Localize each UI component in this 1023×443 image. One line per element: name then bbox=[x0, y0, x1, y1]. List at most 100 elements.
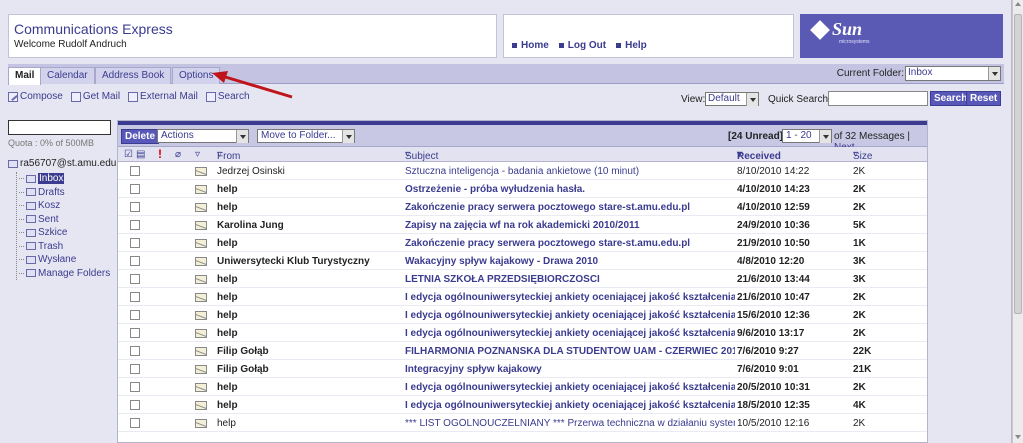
folder-sent[interactable]: Sent bbox=[17, 213, 110, 227]
account-node[interactable]: ra56707@st.amu.edu bbox=[8, 158, 116, 169]
message-from[interactable]: Jedrzej Osinski bbox=[217, 166, 399, 177]
message-from[interactable]: help bbox=[217, 238, 399, 249]
actions-select[interactable]: Actions bbox=[157, 129, 249, 143]
external-mail-button[interactable]: External Mail bbox=[128, 91, 198, 102]
folder-wyslane[interactable]: Wysłane bbox=[17, 253, 110, 267]
message-subject[interactable]: Zakończenie pracy serwera pocztowego sta… bbox=[405, 238, 735, 249]
message-row[interactable]: help Zakończenie pracy serwera pocztowego… bbox=[118, 234, 927, 252]
select-all-checkbox-icon[interactable]: ☑ bbox=[124, 149, 133, 160]
message-row[interactable]: Uniwersytecki Klub Turystyczny Wakacyjny … bbox=[118, 252, 927, 270]
view-select[interactable]: Default bbox=[705, 92, 759, 106]
home-link[interactable]: Home bbox=[512, 40, 549, 51]
row-checkbox[interactable] bbox=[130, 310, 140, 320]
row-checkbox[interactable] bbox=[130, 382, 140, 392]
page-scrollbar[interactable] bbox=[1012, 0, 1023, 443]
message-from[interactable]: help bbox=[217, 382, 399, 393]
row-checkbox[interactable] bbox=[130, 292, 140, 302]
message-subject[interactable]: I edycja ogólnouniwersyteckiej ankiety o… bbox=[405, 292, 735, 303]
message-from[interactable]: Filip Gołąb bbox=[217, 346, 399, 357]
message-from[interactable]: help bbox=[217, 274, 399, 285]
folder-trash[interactable]: Trash bbox=[17, 240, 110, 254]
row-checkbox[interactable] bbox=[130, 166, 140, 176]
row-checkbox[interactable] bbox=[130, 346, 140, 356]
scroll-up-icon[interactable] bbox=[1015, 2, 1021, 6]
message-row[interactable]: help I edycja ogólnouniwersyteckiej ankie… bbox=[118, 378, 927, 396]
tab-options[interactable]: Options bbox=[172, 67, 221, 84]
message-row[interactable]: help LETNIA SZKOŁA PRZEDSIĘBIORCZOŚCI 21/6… bbox=[118, 270, 927, 288]
scroll-thumb[interactable] bbox=[1014, 14, 1022, 314]
message-row[interactable]: help I edycja ogólnouniwersyteckiej ankie… bbox=[118, 396, 927, 414]
message-from[interactable]: help bbox=[217, 202, 399, 213]
tab-address-book[interactable]: Address Book bbox=[95, 67, 172, 84]
message-subject[interactable]: Sztuczna inteligencja - badania ankietow… bbox=[405, 166, 735, 177]
message-from[interactable]: help bbox=[217, 328, 399, 339]
delete-button[interactable]: Delete bbox=[121, 129, 160, 144]
message-from[interactable]: Uniwersytecki Klub Turystyczny bbox=[217, 256, 399, 267]
row-checkbox[interactable] bbox=[130, 238, 140, 248]
message-row[interactable]: Filip Gołąb FILHARMONIA POZNAŃSKA DLA STU… bbox=[118, 342, 927, 360]
message-from[interactable]: Karolina Jung bbox=[217, 220, 399, 231]
message-subject[interactable]: I edycja ogólnouniwersyteckiej ankiety o… bbox=[405, 400, 735, 411]
get-mail-button[interactable]: Get Mail bbox=[70, 91, 120, 102]
message-subject[interactable]: I edycja ogólnouniwersyteckiej ankiety o… bbox=[405, 328, 735, 339]
message-from[interactable]: help bbox=[217, 310, 399, 321]
manage-folders-link[interactable]: Manage Folders bbox=[17, 267, 110, 281]
quick-search-input[interactable] bbox=[828, 91, 928, 106]
message-subject[interactable]: Wakacyjny spływ kajakowy - Drawa 2010 bbox=[405, 256, 735, 267]
message-from[interactable]: Filip Gołąb bbox=[217, 364, 399, 375]
row-checkbox[interactable] bbox=[130, 418, 140, 428]
received-column-header[interactable]: Received ▾ bbox=[737, 149, 781, 162]
status-sort-icon[interactable]: ▿ bbox=[195, 149, 200, 160]
move-to-folder-select[interactable]: Move to Folder... bbox=[257, 129, 355, 143]
priority-icon[interactable]: ! bbox=[158, 147, 162, 161]
folder-drafts[interactable]: Drafts bbox=[17, 186, 110, 200]
message-subject[interactable]: *** LIST OGÓLNOUCZELNIANY *** Przerwa te… bbox=[405, 418, 735, 429]
row-checkbox[interactable] bbox=[130, 274, 140, 284]
row-checkbox[interactable] bbox=[130, 256, 140, 266]
message-subject[interactable]: I edycja ogólnouniwersyteckiej ankiety o… bbox=[405, 382, 735, 393]
select-menu-icon[interactable]: ▤ bbox=[136, 149, 145, 160]
row-checkbox[interactable] bbox=[130, 184, 140, 194]
help-link[interactable]: Help bbox=[616, 40, 647, 51]
size-column-header[interactable]: Size ▿ bbox=[853, 149, 872, 162]
tab-mail[interactable]: Mail bbox=[8, 67, 42, 85]
message-from[interactable]: help bbox=[217, 400, 399, 411]
message-subject[interactable]: Zapisy na zajęcia wf na rok akademicki 2… bbox=[405, 220, 735, 231]
message-row[interactable]: help I edycja ogólnouniwersyteckiej ankie… bbox=[118, 306, 927, 324]
message-from[interactable]: help bbox=[217, 418, 399, 429]
message-row[interactable]: help I edycja ogólnouniwersyteckiej ankie… bbox=[118, 288, 927, 306]
row-checkbox[interactable] bbox=[130, 220, 140, 230]
message-row[interactable]: help Zakończenie pracy serwera pocztowego… bbox=[118, 198, 927, 216]
row-checkbox[interactable] bbox=[130, 400, 140, 410]
folder-szkice[interactable]: Szkice bbox=[17, 226, 110, 240]
scroll-down-icon[interactable] bbox=[1015, 435, 1021, 439]
message-from[interactable]: help bbox=[217, 184, 399, 195]
current-folder-select[interactable]: Inbox bbox=[905, 66, 1001, 81]
attachment-icon[interactable]: ⌀ bbox=[175, 149, 181, 160]
message-row[interactable]: Jedrzej Osinski Sztuczna inteligencja - b… bbox=[118, 162, 927, 180]
message-row[interactable]: help Ostrzeżenie - próba wyłudzenia hasła… bbox=[118, 180, 927, 198]
folder-inbox[interactable]: Inbox bbox=[17, 172, 110, 186]
row-checkbox[interactable] bbox=[130, 364, 140, 374]
logout-link[interactable]: Log Out bbox=[558, 40, 606, 51]
compose-button[interactable]: Compose bbox=[8, 91, 63, 102]
folder-kosz[interactable]: Kosz bbox=[17, 199, 110, 213]
message-subject[interactable]: Integracyjny spływ kajakowy bbox=[405, 364, 735, 375]
message-subject[interactable]: Zakończenie pracy serwera pocztowego sta… bbox=[405, 202, 735, 213]
message-subject[interactable]: FILHARMONIA POZNAŃSKA DLA STUDENTÓW UAM … bbox=[405, 346, 735, 357]
message-subject[interactable]: Ostrzeżenie - próba wyłudzenia hasła. bbox=[405, 184, 735, 195]
message-subject[interactable]: LETNIA SZKOŁA PRZEDSIĘBIORCZOŚCI bbox=[405, 274, 735, 285]
message-row[interactable]: help I edycja ogólnouniwersyteckiej ankie… bbox=[118, 324, 927, 342]
row-checkbox[interactable] bbox=[130, 202, 140, 212]
row-checkbox[interactable] bbox=[130, 328, 140, 338]
message-row[interactable]: Karolina Jung Zapisy na zajęcia wf na rok… bbox=[118, 216, 927, 234]
search-button[interactable]: Search bbox=[205, 91, 250, 102]
reset-button[interactable]: Reset bbox=[966, 91, 1002, 106]
message-subject[interactable]: I edycja ogólnouniwersyteckiej ankiety o… bbox=[405, 310, 735, 321]
message-row[interactable]: help *** LIST OGÓLNOUCZELNIANY *** Przerw… bbox=[118, 414, 927, 432]
from-column-header[interactable]: From ▿ bbox=[217, 149, 240, 162]
subject-column-header[interactable]: Subject ▿ bbox=[405, 149, 438, 162]
message-from[interactable]: help bbox=[217, 292, 399, 303]
tab-calendar[interactable]: Calendar bbox=[40, 67, 95, 84]
page-range-select[interactable]: 1 - 20 bbox=[782, 129, 832, 143]
